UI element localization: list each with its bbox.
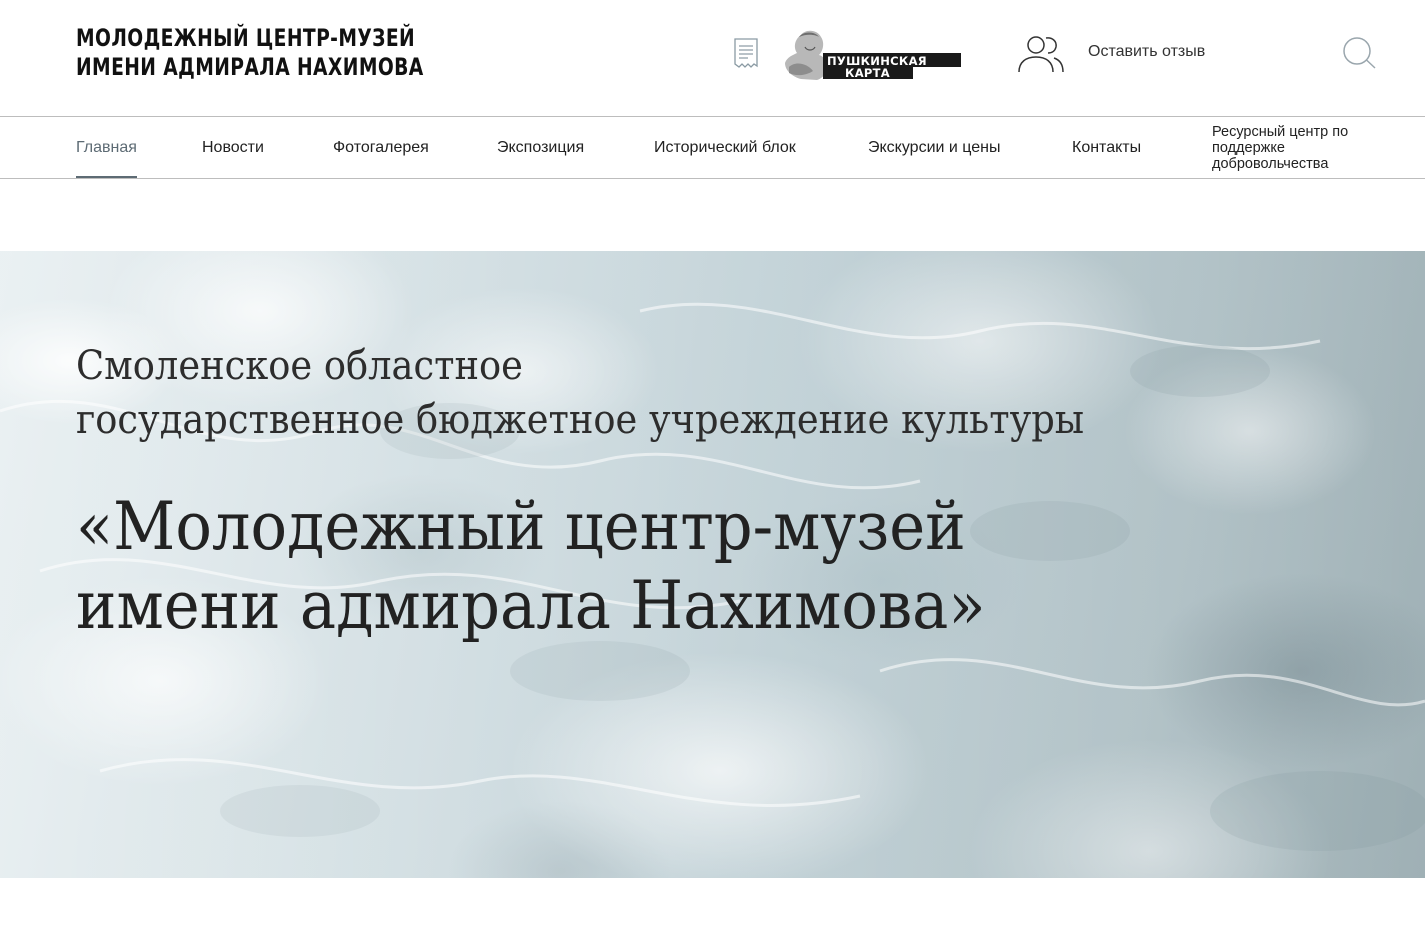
users-icon[interactable] [1016,34,1066,74]
pushkin-card-text-2: КАРТА [845,66,890,80]
logo-line-1: МОЛОДЕЖНЫЙ ЦЕНТР-МУЗЕЙ [76,24,416,52]
logo-line-2: ИМЕНИ АДМИРАЛА НАХИМОВА [76,53,424,81]
nav-item-excursions[interactable]: Экскурсии и цены [868,117,1001,178]
nav-item-contacts[interactable]: Контакты [1072,117,1141,178]
nav-item-exposition[interactable]: Экспозиция [497,117,584,178]
hero-subtitle-line-1: Смоленское областное [76,343,523,389]
nav-item-historical-block[interactable]: Исторический блок [654,117,796,178]
page: МОЛОДЕЖНЫЙ ЦЕНТР-МУЗЕЙ ИМЕНИ АДМИРАЛА НА… [0,0,1425,936]
hero-banner: Смоленское областное государственное бюд… [0,251,1425,878]
hero-subtitle-line-2: государственное бюджетное учреждение кул… [76,397,1085,443]
nav-item-home[interactable]: Главная [76,117,137,178]
site-logo[interactable]: МОЛОДЕЖНЫЙ ЦЕНТР-МУЗЕЙ ИМЕНИ АДМИРАЛА НА… [76,24,424,82]
document-icon[interactable] [734,38,758,70]
hero-title-line-2: имени адмирала Нахимова» [76,567,986,644]
hero-title: «Молодежный центр-музей имени адмирала Н… [76,487,986,645]
site-header: МОЛОДЕЖНЫЙ ЦЕНТР-МУЗЕЙ ИМЕНИ АДМИРАЛА НА… [0,0,1425,116]
pushkin-card-logo[interactable]: ПУШКИНСКАЯ КАРТА [783,27,963,80]
feedback-link[interactable]: Оставить отзыв [1088,43,1205,61]
nav-item-volunteer-center[interactable]: Ресурсный центр по поддержке добровольче… [1212,117,1382,178]
nav-item-news[interactable]: Новости [202,117,264,178]
hero-subtitle: Смоленское областное государственное бюд… [76,339,1084,447]
main-nav: Главная Новости Фотогалерея Экспозиция И… [0,116,1425,179]
search-icon[interactable] [1341,36,1377,70]
hero-title-line-1: «Молодежный центр-музей [76,488,966,565]
nav-item-photo-gallery[interactable]: Фотогалерея [333,117,429,178]
